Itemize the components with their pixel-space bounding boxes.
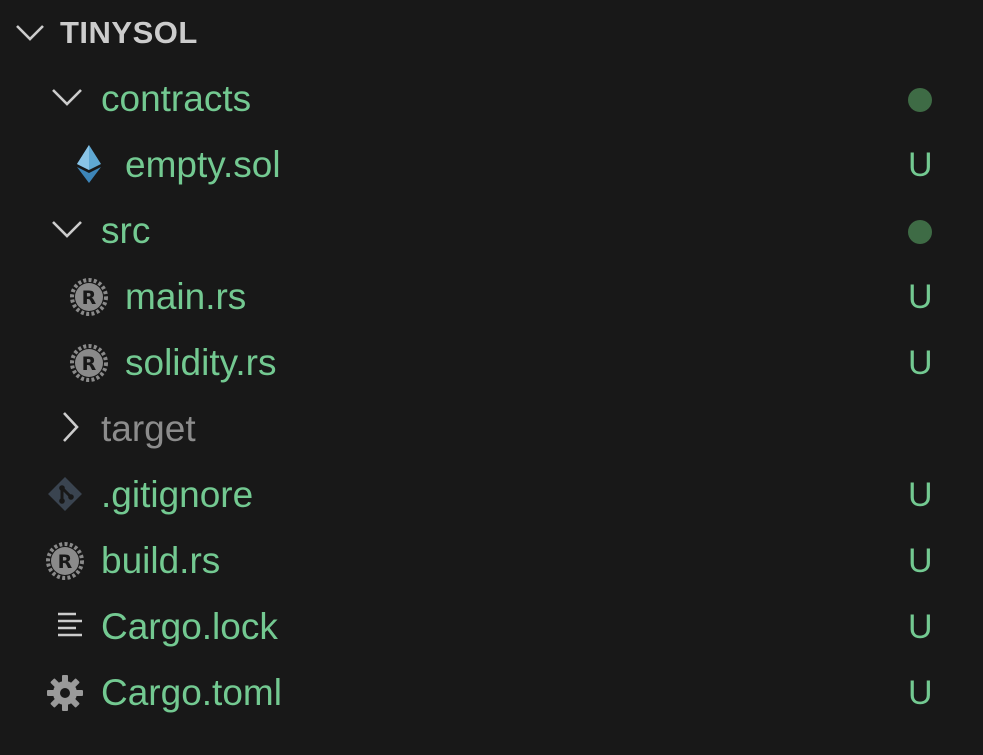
file-empty-sol[interactable]: empty.sol U: [0, 132, 983, 198]
modified-dot-badge: [908, 88, 932, 112]
lines-icon: [58, 612, 82, 637]
folder-label: contracts: [101, 78, 252, 119]
git-status-badge: U: [908, 344, 933, 382]
git-status-badge: U: [908, 542, 933, 580]
chevron-down-icon: [16, 25, 44, 41]
explorer-section-header[interactable]: TINYSOL: [0, 0, 983, 66]
file-label: Cargo.toml: [101, 672, 282, 713]
file-label: .gitignore: [101, 474, 254, 515]
file-explorer: TINYSOL contracts empty.sol U src R main…: [0, 0, 983, 755]
git-status-badge: U: [908, 608, 933, 646]
file-build-rs[interactable]: R build.rs U: [0, 528, 983, 594]
svg-text:R: R: [82, 287, 97, 309]
file-cargo-lock[interactable]: Cargo.lock U: [0, 594, 983, 660]
gear-icon: [47, 675, 83, 711]
file-gitignore[interactable]: .gitignore U: [0, 462, 983, 528]
ethereum-icon: [77, 145, 101, 183]
chevron-right-icon: [63, 412, 79, 442]
file-label: Cargo.lock: [101, 606, 278, 647]
git-status-badge: U: [908, 278, 933, 316]
folder-target[interactable]: target: [0, 396, 983, 462]
git-status-badge: U: [908, 674, 933, 712]
file-label: main.rs: [125, 276, 247, 317]
file-solidity-rs[interactable]: R solidity.rs U: [0, 330, 983, 396]
chevron-down-icon: [52, 89, 82, 106]
file-label: empty.sol: [125, 144, 281, 185]
rust-icon: R: [70, 344, 108, 382]
svg-text:R: R: [82, 353, 97, 375]
rust-icon: R: [46, 542, 84, 580]
file-cargo-toml[interactable]: Cargo.toml U: [0, 660, 983, 726]
git-icon: [48, 477, 82, 511]
git-status-badge: U: [908, 476, 933, 514]
folder-contracts[interactable]: contracts: [0, 66, 983, 132]
rust-icon: R: [70, 278, 108, 316]
file-label: build.rs: [101, 540, 221, 581]
modified-dot-badge: [908, 220, 932, 244]
svg-text:R: R: [58, 551, 73, 573]
folder-src[interactable]: src: [0, 198, 983, 264]
explorer-title: TINYSOL: [60, 15, 198, 50]
folder-label: src: [101, 210, 151, 251]
chevron-down-icon: [52, 221, 82, 238]
file-label: solidity.rs: [125, 342, 277, 383]
git-status-badge: U: [908, 146, 933, 184]
folder-label: target: [101, 408, 196, 449]
file-main-rs[interactable]: R main.rs U: [0, 264, 983, 330]
